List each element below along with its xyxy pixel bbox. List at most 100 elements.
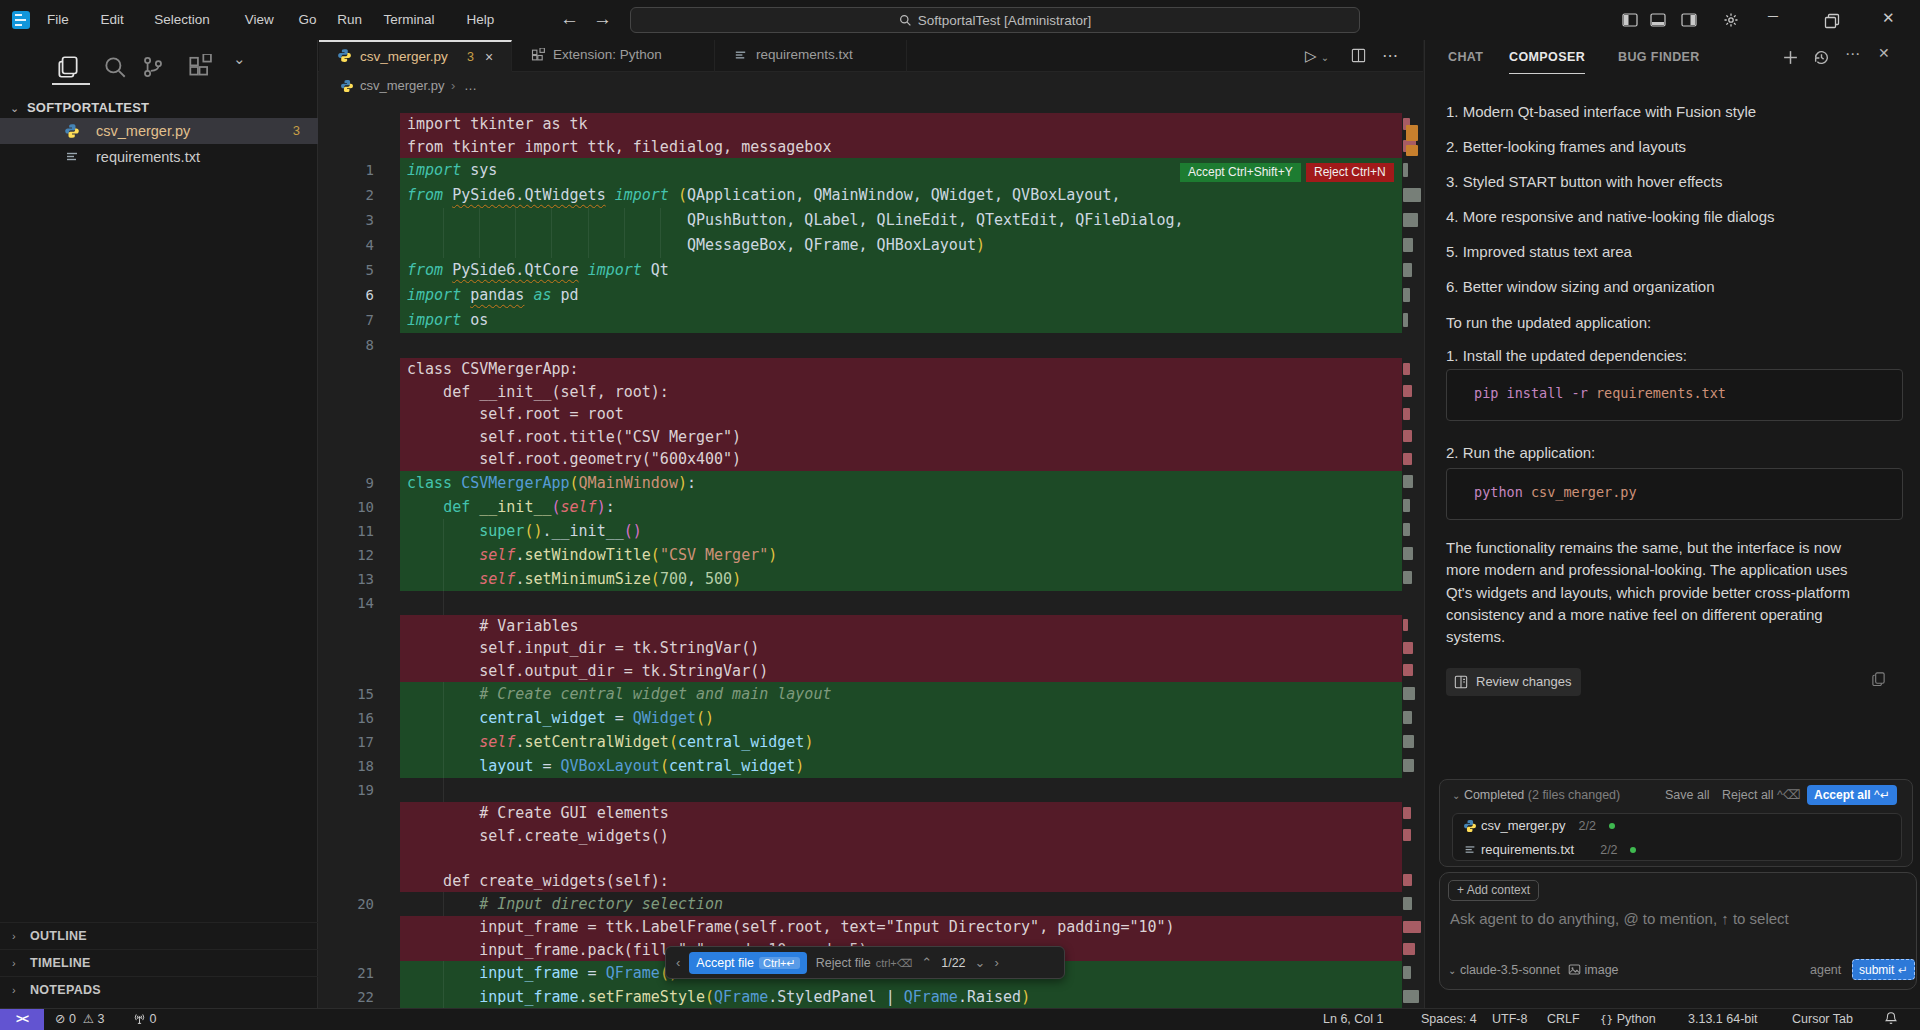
- settings-gear-icon[interactable]: [1723, 12, 1739, 28]
- next-file-icon[interactable]: ›: [994, 955, 998, 970]
- submit-button[interactable]: submit ↵: [1852, 959, 1915, 980]
- more-actions-icon[interactable]: ⋯: [1845, 45, 1862, 62]
- reject-all-button[interactable]: Reject all ^⌫: [1722, 780, 1800, 810]
- menu-run[interactable]: Run: [328, 0, 371, 40]
- notifications-bell-icon[interactable]: [1884, 1009, 1898, 1030]
- eol-sequence[interactable]: CRLF: [1547, 1009, 1580, 1030]
- text-file-icon: [1463, 843, 1477, 857]
- tab-requirements.txt[interactable]: requirements.txt: [715, 40, 907, 72]
- accept-file-button[interactable]: Accept fileCtrl+↵: [689, 952, 806, 974]
- close-button[interactable]: ✕: [1882, 9, 1895, 27]
- minimap[interactable]: [1403, 100, 1421, 1008]
- search-input[interactable]: SoftportalTest [Administrator]: [630, 7, 1360, 33]
- sidebar-section-notepads[interactable]: ›NOTEPADS: [0, 976, 318, 1003]
- code-block-python[interactable]: python csv_merger.py: [1446, 468, 1903, 520]
- code-editor[interactable]: import tkinter as tkfrom tkinter import …: [318, 100, 1423, 1008]
- sidebar-section-timeline[interactable]: ›TIMELINE: [0, 949, 318, 976]
- back-button[interactable]: ←: [560, 0, 579, 40]
- close-panel-icon[interactable]: ✕: [1878, 45, 1895, 62]
- problems-indicator[interactable]: ⊘ 0 ⚠ 3: [55, 1009, 104, 1030]
- composer-input-placeholder: Ask agent to do anything, @ to mention, …: [1450, 910, 1789, 927]
- extensions-icon[interactable]: [186, 54, 212, 80]
- forward-button[interactable]: →: [593, 0, 612, 40]
- menu-help[interactable]: Help: [458, 0, 504, 40]
- accept-all-button[interactable]: Accept all ^↵: [1807, 785, 1897, 805]
- line-number: 8: [330, 333, 374, 358]
- source-control-icon[interactable]: [140, 54, 166, 80]
- changed-file-requirements.txt[interactable]: requirements.txt2/2: [1453, 838, 1903, 862]
- panel-tab-bug-finder[interactable]: BUG FINDER: [1618, 40, 1700, 74]
- explorer-file-requirements.txt[interactable]: requirements.txt: [0, 144, 318, 170]
- composer-input[interactable]: + Add context Ask agent to do anything, …: [1439, 872, 1917, 990]
- code-text: self.input_dir = tk.StringVar(): [407, 637, 759, 660]
- chevron-down-icon[interactable]: ⌄: [233, 50, 259, 76]
- python-file-icon: [64, 123, 80, 139]
- prev-diff-icon[interactable]: ⌃: [921, 955, 932, 970]
- save-all-button[interactable]: Save all: [1665, 780, 1709, 810]
- new-chat-icon[interactable]: [1782, 49, 1799, 66]
- minimize-button[interactable]: ─: [1768, 8, 1778, 24]
- copy-icon[interactable]: [1871, 671, 1886, 686]
- menu-file[interactable]: File: [38, 0, 78, 40]
- image-button[interactable]: image: [1568, 959, 1619, 981]
- close-tab-icon[interactable]: ×: [485, 42, 493, 72]
- cursor-tab-toggle[interactable]: Cursor Tab: [1792, 1009, 1853, 1030]
- composer-list-item: 6. Better window sizing and organization: [1446, 278, 1908, 297]
- restore-button[interactable]: [1824, 13, 1840, 29]
- encoding[interactable]: UTF-8: [1492, 1009, 1527, 1030]
- explorer-file-csv_merger.py[interactable]: csv_merger.py3: [0, 118, 318, 144]
- prev-file-icon[interactable]: ‹: [676, 955, 680, 970]
- toggle-panel-icon[interactable]: [1650, 12, 1666, 28]
- python-file-icon: [1463, 819, 1477, 833]
- changed-file-csv_merger.py[interactable]: csv_merger.py2/2: [1453, 814, 1903, 838]
- ports-indicator[interactable]: 0: [133, 1009, 156, 1030]
- files-icon[interactable]: [55, 54, 81, 80]
- language-mode[interactable]: {} Python: [1600, 1009, 1656, 1030]
- add-context-button[interactable]: + Add context: [1448, 880, 1539, 901]
- toggle-left-sidebar-icon[interactable]: [1622, 12, 1638, 28]
- explorer-root-label: SOFTPORTALTEST: [27, 96, 149, 120]
- code-block-pip[interactable]: pip install -r requirements.txt: [1446, 369, 1903, 421]
- review-changes-button[interactable]: Review changes: [1446, 668, 1581, 696]
- breadcrumb-more[interactable]: …: [464, 72, 477, 100]
- panel-tab-chat[interactable]: CHAT: [1448, 40, 1483, 74]
- text-file-icon: [64, 149, 80, 165]
- search-icon[interactable]: [102, 54, 128, 80]
- code-text: import pandas as pd: [407, 283, 579, 308]
- cursor-position[interactable]: Ln 6, Col 1: [1323, 1009, 1383, 1030]
- run-button[interactable]: ▷ ⌄: [1305, 40, 1329, 72]
- remote-indicator[interactable]: ><: [0, 1009, 44, 1030]
- agent-label[interactable]: agent: [1810, 959, 1841, 981]
- code-text: def create_widgets(self):: [407, 870, 669, 893]
- explorer-root-header[interactable]: ⌄ SOFTPORTALTEST: [0, 96, 318, 120]
- more-actions-icon[interactable]: ⋯: [1382, 40, 1398, 72]
- chevron-right-icon: ›: [12, 923, 16, 950]
- breadcrumb[interactable]: csv_merger.py › …: [318, 72, 1402, 100]
- model-selector[interactable]: ⌄ claude-3.5-sonnet: [1448, 959, 1560, 981]
- menu-terminal[interactable]: Terminal: [374, 0, 443, 40]
- reject-hunk-button[interactable]: Reject Ctrl+N: [1306, 163, 1394, 182]
- breadcrumb-file[interactable]: csv_merger.py: [360, 72, 445, 100]
- reject-file-button[interactable]: Reject filectrl+⌫: [816, 956, 913, 970]
- python-file-icon: [340, 79, 354, 93]
- python-version[interactable]: 3.13.1 64-bit: [1688, 1009, 1758, 1030]
- split-editor-icon[interactable]: [1351, 40, 1366, 72]
- panel-tab-composer[interactable]: COMPOSER: [1509, 40, 1585, 74]
- sidebar-section-outline[interactable]: ›OUTLINE: [0, 922, 318, 949]
- menu-selection[interactable]: Selection: [145, 0, 219, 40]
- history-icon[interactable]: [1813, 49, 1830, 66]
- accept-hunk-button[interactable]: Accept Ctrl+Shift+Y: [1180, 163, 1301, 182]
- completed-header[interactable]: ⌄ Completed (2 files changed): [1452, 780, 1620, 810]
- toggle-right-sidebar-icon[interactable]: [1681, 12, 1697, 28]
- code-text: class CSVMergerApp(QMainWindow):: [407, 471, 696, 495]
- tab-Extension: Python[interactable]: Extension: Python: [512, 40, 715, 72]
- line-number: 5: [330, 258, 374, 283]
- menu-go[interactable]: Go: [289, 0, 325, 40]
- tab-csv_merger.py[interactable]: csv_merger.py3×: [319, 40, 512, 72]
- next-diff-icon[interactable]: ⌄: [975, 955, 986, 970]
- indentation[interactable]: Spaces: 4: [1421, 1009, 1477, 1030]
- unsaved-dot: [1609, 823, 1615, 829]
- code-text: # Create GUI elements: [407, 802, 669, 825]
- menu-view[interactable]: View: [236, 0, 283, 40]
- menu-edit[interactable]: Edit: [92, 0, 133, 40]
